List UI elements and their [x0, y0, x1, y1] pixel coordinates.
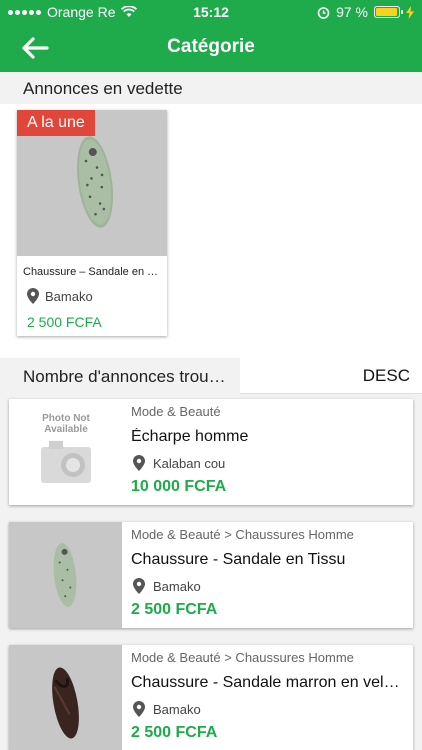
listing-title: Écharpe homme	[131, 428, 249, 445]
listing-price: 2 500 FCFA	[131, 724, 218, 741]
results-bar: Nombre d'annonces trouvées DESC	[0, 358, 422, 394]
featured-card[interactable]: A la une Chaussure – Sandale en Tissu Ba…	[17, 110, 167, 336]
listing-card[interactable]: Mode & Beauté > Chaussures Homme Chaussu…	[9, 645, 413, 750]
charging-icon	[406, 5, 414, 19]
app-header: Catégorie	[0, 24, 422, 72]
listing-card[interactable]: Mode & Beauté > Chaussures Homme Chaussu…	[9, 522, 413, 628]
listing-location-text: Kalaban cou	[153, 455, 226, 471]
location-pin-icon	[133, 455, 145, 471]
featured-location: Bamako	[27, 288, 93, 304]
alarm-icon	[317, 6, 330, 19]
photo-not-available-text: Photo Not Available	[42, 413, 90, 435]
status-bar: Orange Re 15:12 97 %	[0, 0, 422, 24]
listing-title: Chaussure - Sandale en Tissu	[131, 551, 346, 568]
featured-title: Chaussure – Sandale en Tissu	[23, 266, 163, 278]
listing-thumbnail	[9, 522, 122, 628]
sort-select[interactable]: DESC	[240, 358, 422, 394]
sandal-image	[53, 543, 77, 607]
results-count-label: Nombre d'annonces trouvées	[23, 367, 233, 386]
featured-location-text: Bamako	[45, 288, 93, 304]
listing-location-text: Bamako	[153, 578, 201, 594]
featured-section-title: Annonces en vedette	[0, 74, 422, 104]
sort-value-text: DESC	[362, 366, 410, 385]
listing-category: Mode & Beauté > Chaussures Homme	[131, 650, 354, 665]
battery-icon	[374, 6, 403, 18]
sort-value[interactable]: DESC	[363, 366, 410, 386]
listing-category: Mode & Beauté > Chaussures Homme	[131, 527, 354, 542]
listing-card[interactable]: Photo Not Available Mode & Beauté Écharp…	[9, 399, 413, 505]
listing-location: Bamako	[133, 578, 201, 594]
listing-title: Chaussure - Sandale marron en velours	[131, 674, 403, 691]
location-pin-icon	[133, 578, 145, 594]
featured-badge: A la une	[17, 110, 95, 136]
listing-thumbnail	[9, 645, 122, 750]
listing-location-text: Bamako	[153, 701, 201, 717]
battery-percent: 97 %	[336, 4, 368, 20]
featured-carousel[interactable]: A la une Chaussure – Sandale en Tissu Ba…	[0, 104, 422, 358]
listing-category: Mode & Beauté	[131, 404, 221, 419]
listing-thumbnail: Photo Not Available	[9, 399, 122, 505]
page-title: Catégorie	[167, 36, 255, 57]
sandal-image	[52, 667, 79, 739]
listing-location: Kalaban cou	[133, 455, 225, 471]
listing-price: 2 500 FCFA	[131, 601, 218, 618]
listing-price: 10 000 FCFA	[131, 478, 227, 495]
featured-image: A la une	[17, 110, 167, 256]
location-pin-icon	[27, 288, 39, 304]
location-pin-icon	[133, 701, 145, 717]
listing-location: Bamako	[133, 701, 201, 717]
status-right: 97 %	[317, 4, 414, 20]
featured-price: 2 500 FCFA	[27, 314, 102, 330]
